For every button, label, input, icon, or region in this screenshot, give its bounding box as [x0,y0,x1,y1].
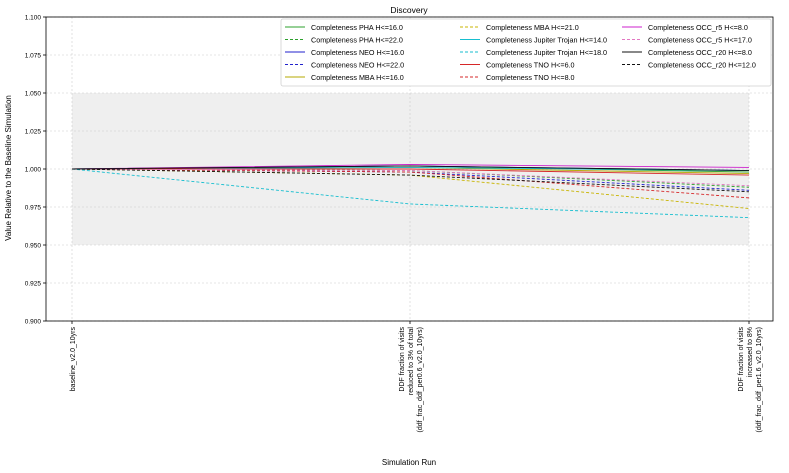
legend-label: Completeness OCC_r20 H<=8.0 [648,48,752,57]
y-tick-label: 1.100 [25,15,42,22]
legend-label: Completeness PHA H<=22.0 [311,36,403,45]
y-axis: 0.900 0.925 0.950 0.975 1.000 1.025 1.050 1.075… [25,15,46,326]
legend-label: Completeness OCC_r5 H<=8.0 [648,23,748,32]
legend-label: Completeness Jupiter Trojan H<=14.0 [486,36,607,45]
legend-label: Completeness NEO H<=16.0 [311,48,404,57]
x-tick-label: reduced to 3% of total [408,327,415,396]
discovery-chart: Discovery 0.900 0.925 0.950 0.975 1.000 1.025… [4,5,774,467]
legend-label: Completeness OCC_r20 H<=12.0 [648,61,756,70]
x-tick-label: (ddf_frac_ddf_per0.6_v2.0_10yrs) [417,327,424,432]
x-axis-label: Simulation Run [382,458,436,467]
x-tick-label: DDF fraction of visits [399,327,406,392]
y-tick-label: 1.000 [25,167,42,174]
legend-label: Completeness OCC_r5 H<=17.0 [648,36,752,45]
y-axis-label: Value Relative to the Baseline Simulatio… [4,95,13,241]
y-tick-label: 1.050 [25,91,42,98]
legend: Completeness PHA H<=16.0 Completeness PHA… [280,18,772,87]
x-tick-label: (ddf_frac_ddf_per1.6_v2.0_10yrs) [756,327,763,432]
y-tick-label: 0.900 [25,319,42,326]
legend-label: Completeness TNO H<=6.0 [486,61,575,70]
y-tick-label: 1.075 [25,53,42,60]
x-axis: baseline_v2.0_10yrs DDF fraction of visit… [70,321,763,432]
y-tick-label: 0.925 [25,281,42,288]
legend-label: Completeness Jupiter Trojan H<=18.0 [486,48,607,57]
legend-label: Completeness MBA H<=16.0 [311,73,404,82]
legend-label: Completeness NEO H<=22.0 [311,61,404,70]
legend-label: Completeness PHA H<=16.0 [311,23,403,32]
y-tick-label: 0.975 [25,205,42,212]
legend-label: Completeness TNO H<=8.0 [486,73,575,82]
x-tick-label: DDF fraction of visits [738,327,745,392]
x-tick-label: increased to 8% [747,327,754,377]
y-tick-label: 1.025 [25,129,42,136]
chart-title: Discovery [390,5,428,15]
x-tick-label: baseline_v2.0_10yrs [70,327,77,392]
legend-label: Completeness MBA H<=21.0 [486,23,579,32]
y-tick-label: 0.950 [25,243,42,250]
